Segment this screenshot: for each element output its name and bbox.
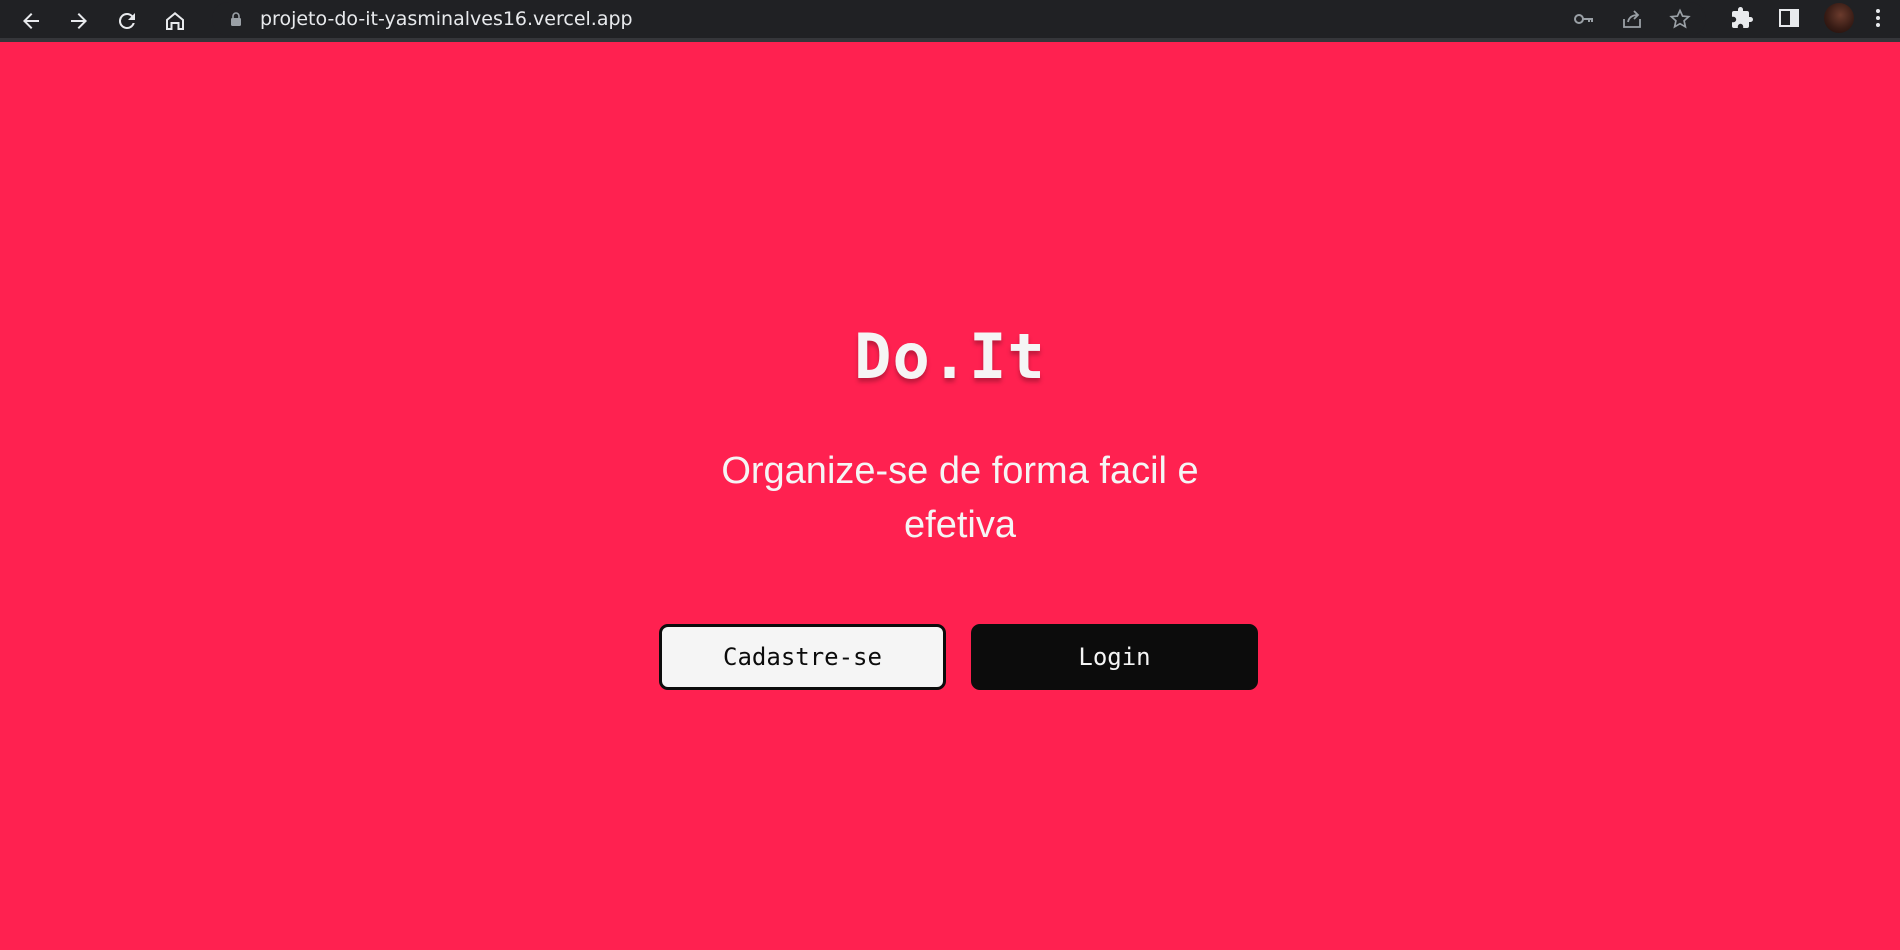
arrow-right-icon: [71, 13, 87, 29]
menu-button[interactable]: [1868, 5, 1888, 31]
puzzle-icon: [1732, 7, 1753, 28]
reload-icon: [118, 12, 135, 29]
reload-button[interactable]: [110, 4, 144, 38]
extensions-button[interactable]: [1729, 5, 1755, 31]
login-button[interactable]: Login: [971, 624, 1258, 690]
kebab-menu-icon: [1876, 9, 1880, 27]
address-bar[interactable]: projeto-do-it-yasminalves16.vercel.app: [212, 2, 1706, 36]
signup-button[interactable]: Cadastre-se: [659, 624, 946, 690]
home-button[interactable]: [158, 4, 192, 38]
page-title: Do.It: [854, 320, 1046, 393]
page-content: Do.It Organize-se de forma facil e efeti…: [0, 42, 1900, 950]
hero-section: Do.It Organize-se de forma facil e efeti…: [0, 42, 1900, 950]
back-button[interactable]: [14, 4, 48, 38]
arrow-left-icon: [23, 13, 39, 29]
side-panel-button[interactable]: [1776, 5, 1802, 31]
star-icon[interactable]: [1668, 7, 1692, 31]
url-text[interactable]: projeto-do-it-yasminalves16.vercel.app: [260, 8, 633, 30]
lock-icon: [231, 12, 241, 26]
avatar[interactable]: [1824, 3, 1854, 33]
browser-toolbar: projeto-do-it-yasminalves16.vercel.app: [0, 0, 1900, 42]
home-icon: [166, 12, 184, 30]
share-icon[interactable]: [1620, 7, 1644, 31]
tagline: Organize-se de forma facil e efetiva: [721, 450, 1199, 546]
key-icon[interactable]: [1572, 7, 1596, 31]
side-panel-icon: [1779, 9, 1799, 27]
forward-button[interactable]: [62, 4, 96, 38]
